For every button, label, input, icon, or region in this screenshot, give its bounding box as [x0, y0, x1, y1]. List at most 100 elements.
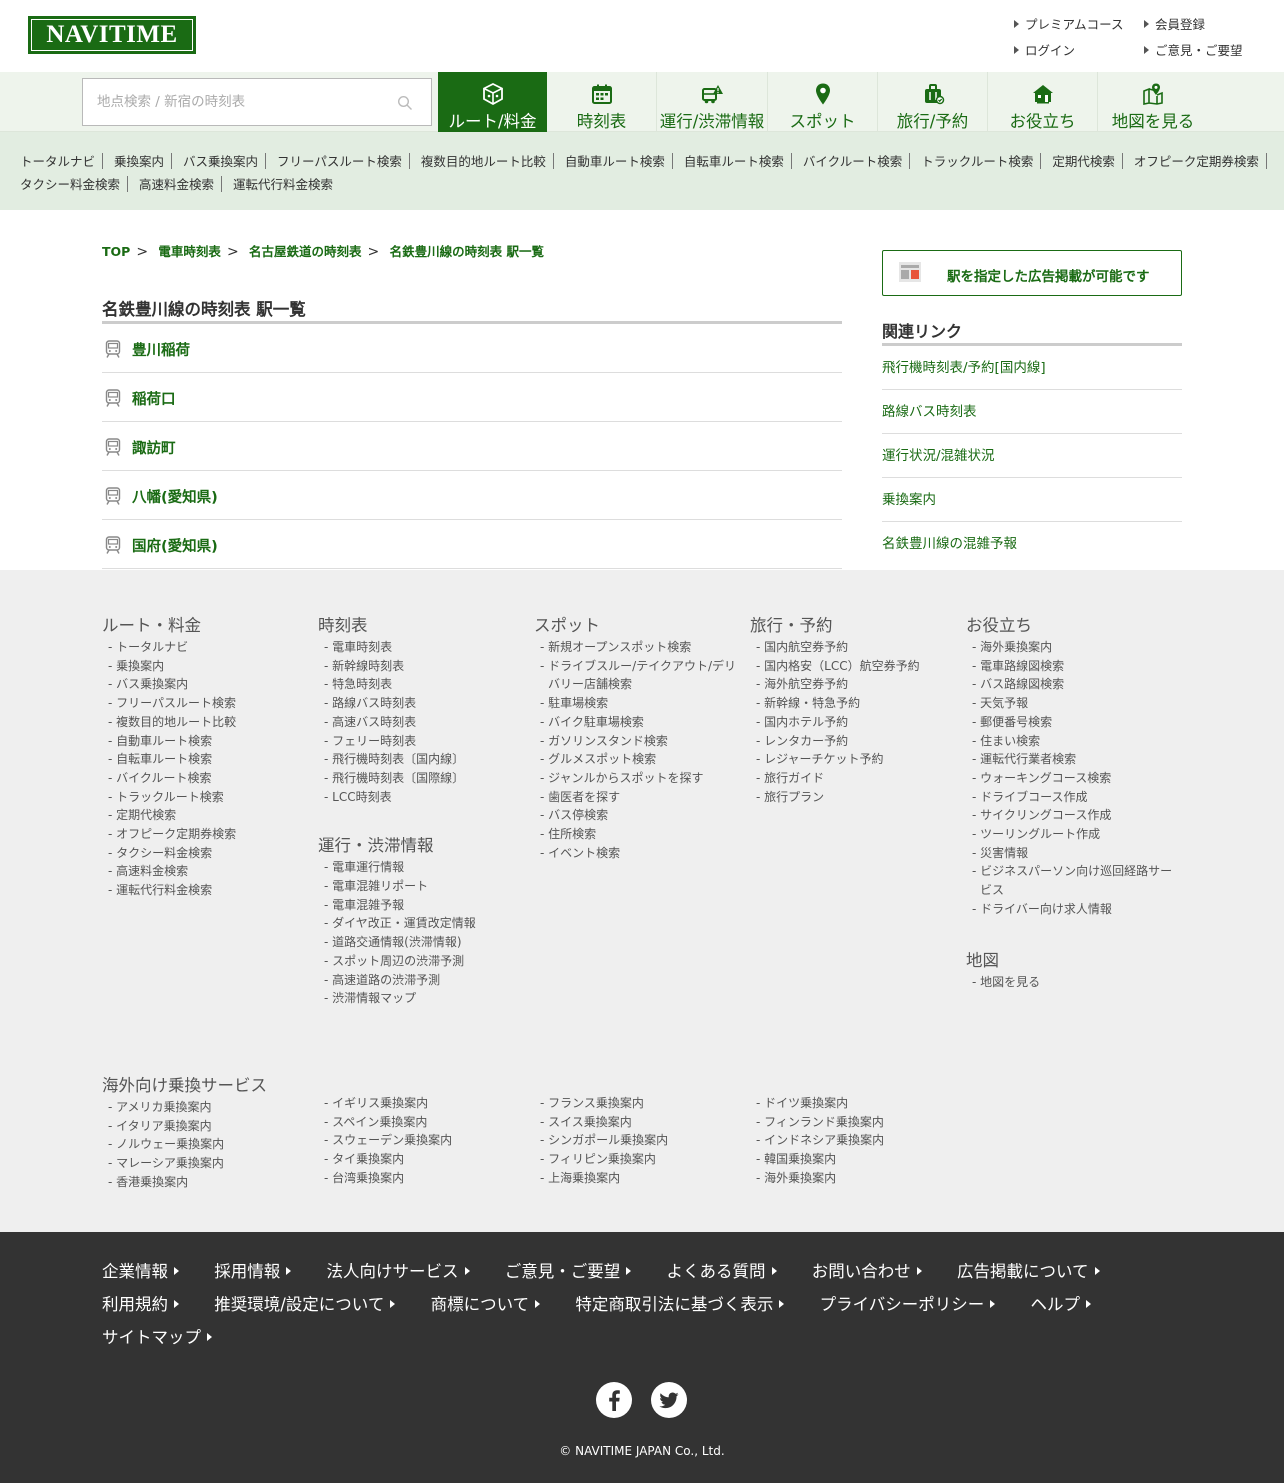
sitemap-link[interactable]: 旅行プラン [764, 790, 824, 804]
sitemap-link[interactable]: ビジネスパーソン向け巡回経路サービス [980, 864, 1172, 897]
station-name[interactable]: 諏訪町 [132, 437, 176, 458]
sitemap-link[interactable]: 路線バス時刻表 [332, 696, 416, 710]
sitemap-link[interactable]: ウォーキングコース検索 [980, 771, 1111, 785]
tab-spot[interactable]: スポット [768, 72, 878, 132]
subnav-multi-destination[interactable]: 複数目的地ルート比較 [421, 154, 546, 169]
footer-link[interactable]: 特定商取引法に基づく表示 [575, 1291, 784, 1315]
sitemap-link[interactable]: 上海乗換案内 [548, 1171, 620, 1185]
sitemap-link[interactable]: 災害情報 [980, 846, 1028, 860]
sitemap-link[interactable]: スペイン乗換案内 [332, 1115, 427, 1129]
sitemap-link[interactable]: タイ乗換案内 [332, 1152, 404, 1166]
sitemap-link[interactable]: 海外乗換案内 [980, 640, 1052, 654]
station-item[interactable]: 八幡(愛知県) [102, 471, 842, 520]
sitemap-link[interactable]: ツーリングルート作成 [980, 827, 1100, 841]
sitemap-link[interactable]: 新幹線時刻表 [332, 659, 404, 673]
subnav-designated-driver[interactable]: 運転代行料金検索 [233, 177, 333, 192]
sitemap-link[interactable]: 高速バス時刻表 [332, 715, 416, 729]
subnav-highway-fare[interactable]: 高速料金検索 [139, 177, 214, 192]
sitemap-link[interactable]: バス乗換案内 [116, 677, 188, 691]
sitemap-link[interactable]: トータルナビ [116, 640, 188, 654]
subnav-truck-route[interactable]: トラックルート検索 [921, 154, 1033, 169]
footer-link[interactable]: サイトマップ [102, 1324, 212, 1348]
subnav-car-route[interactable]: 自動車ルート検索 [565, 154, 665, 169]
station-item[interactable]: 国府(愛知県) [102, 520, 842, 569]
station-name[interactable]: 稲荷口 [132, 388, 176, 409]
sitemap-link[interactable]: 地図を見る [980, 975, 1040, 989]
sitemap-link[interactable]: グルメスポット検索 [548, 752, 656, 766]
footer-link[interactable]: 利用規約 [102, 1291, 179, 1315]
station-item[interactable]: 稲荷口 [102, 373, 842, 422]
sitemap-link[interactable]: 国内ホテル予約 [764, 715, 848, 729]
sitemap-link[interactable]: フィリピン乗換案内 [548, 1152, 656, 1166]
navitime-logo[interactable]: NAVITIME [28, 16, 196, 54]
sitemap-link[interactable]: 韓国乗換案内 [764, 1152, 836, 1166]
station-name[interactable]: 八幡(愛知県) [132, 486, 218, 507]
sitemap-link[interactable]: 電車混雑リポート [332, 879, 428, 893]
sitemap-link[interactable]: ガソリンスタンド検索 [548, 734, 668, 748]
footer-link[interactable]: ヘルプ [1031, 1291, 1092, 1315]
sitemap-link[interactable]: 新規オープンスポット検索 [548, 640, 691, 654]
sitemap-link[interactable]: インドネシア乗換案内 [764, 1133, 884, 1147]
feedback-link[interactable]: ご意見・ご要望 [1144, 40, 1243, 59]
sitemap-link[interactable]: 道路交通情報(渋滞情報) [332, 935, 461, 949]
sitemap-link[interactable]: LCC時刻表 [332, 790, 391, 804]
sitemap-link[interactable]: 電車運行情報 [332, 860, 404, 874]
subnav-bus-transfer[interactable]: バス乗換案内 [183, 154, 258, 169]
footer-link[interactable]: 法人向けサービス [327, 1258, 470, 1282]
sitemap-link[interactable]: フランス乗換案内 [548, 1096, 644, 1110]
sitemap-link[interactable]: フェリー時刻表 [332, 734, 416, 748]
sitemap-link[interactable]: ドライブスルー/テイクアウト/デリバリー店舗検索 [548, 659, 736, 692]
sitemap-link[interactable]: 定期代検索 [116, 808, 176, 822]
sitemap-link[interactable]: 運転代行料金検索 [116, 883, 212, 897]
sitemap-link[interactable]: 歯医者を探す [548, 790, 620, 804]
sitemap-link[interactable]: ジャンルからスポットを探す [548, 771, 703, 785]
sitemap-link[interactable]: 海外航空券予約 [764, 677, 848, 691]
sitemap-link[interactable]: 飛行機時刻表〔国内線〕 [332, 752, 464, 766]
sitemap-link[interactable]: ドイツ乗換案内 [764, 1096, 848, 1110]
sitemap-link[interactable]: 渋滞情報マップ [332, 991, 416, 1005]
premium-course-link[interactable]: プレミアムコース [1014, 14, 1124, 33]
sitemap-link[interactable]: 海外乗換案内 [764, 1171, 836, 1185]
breadcrumb-current[interactable]: 名鉄豊川線の時刻表 駅一覧 [390, 244, 544, 259]
search-input[interactable] [97, 91, 387, 113]
sitemap-link[interactable]: イベント検索 [548, 846, 620, 860]
subnav-freepass[interactable]: フリーパスルート検索 [277, 154, 402, 169]
sitemap-link[interactable]: 飛行機時刻表〔国際線〕 [332, 771, 464, 785]
sitemap-link[interactable]: 香港乗換案内 [116, 1175, 188, 1189]
footer-link[interactable]: 採用情報 [214, 1258, 291, 1282]
subnav-offpeak-pass[interactable]: オフピーク定期券検索 [1134, 154, 1259, 169]
sitemap-link[interactable]: イタリア乗換案内 [116, 1119, 212, 1133]
footer-link[interactable]: プライバシーポリシー [820, 1291, 996, 1315]
sitemap-link[interactable]: 国内航空券予約 [764, 640, 848, 654]
tab-traffic-info[interactable]: 運行/渋滞情報 [657, 72, 768, 132]
sitemap-link[interactable]: スポット周辺の渋滞予測 [332, 954, 464, 968]
related-link-bus[interactable]: 路線バス時刻表 [882, 390, 1182, 434]
station-ad-banner[interactable]: 駅を指定した広告掲載が可能です [882, 250, 1182, 296]
related-link-status[interactable]: 運行状況/混雑状況 [882, 434, 1182, 478]
subnav-bicycle-route[interactable]: 自転車ルート検索 [684, 154, 784, 169]
tab-useful[interactable]: お役立ち [988, 72, 1098, 132]
twitter-icon[interactable] [651, 1382, 687, 1418]
footer-link[interactable]: 企業情報 [102, 1258, 179, 1282]
tab-timetable[interactable]: 時刻表 [547, 72, 657, 132]
sitemap-link[interactable]: アメリカ乗換案内 [116, 1100, 211, 1114]
sitemap-link[interactable]: バイク駐車場検索 [548, 715, 644, 729]
station-item[interactable]: 諏訪町 [102, 422, 842, 471]
footer-link[interactable]: 広告掲載について [957, 1258, 1100, 1282]
sitemap-link[interactable]: シンガポール乗換案内 [548, 1133, 668, 1147]
sitemap-link[interactable]: トラックルート検索 [116, 790, 224, 804]
breadcrumb-top[interactable]: TOP [102, 244, 130, 259]
footer-link[interactable]: お問い合わせ [812, 1258, 922, 1282]
sitemap-link[interactable]: 自転車ルート検索 [116, 752, 212, 766]
sitemap-link[interactable]: 高速料金検索 [116, 864, 188, 878]
sitemap-link[interactable]: 電車混雑予報 [332, 898, 404, 912]
sitemap-link[interactable]: 駐車場検索 [548, 696, 608, 710]
sitemap-link[interactable]: タクシー料金検索 [116, 846, 212, 860]
footer-link[interactable]: よくある質問 [667, 1258, 777, 1282]
sitemap-link[interactable]: 電車時刻表 [332, 640, 392, 654]
related-link-congestion[interactable]: 名鉄豊川線の混雑予報 [882, 522, 1182, 566]
sitemap-link[interactable]: ノルウェー乗換案内 [116, 1137, 224, 1151]
tab-route-fare[interactable]: ルート/料金 [438, 72, 547, 132]
login-link[interactable]: ログイン [1014, 40, 1075, 59]
sitemap-link[interactable]: 住まい検索 [980, 734, 1040, 748]
